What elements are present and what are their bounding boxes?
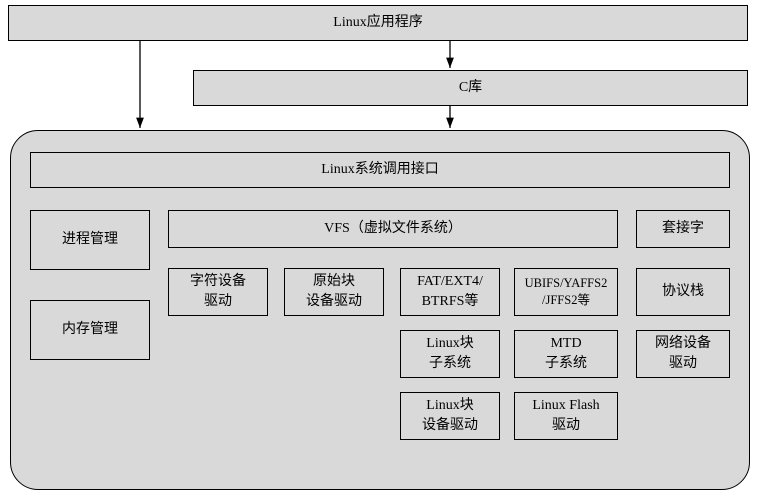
fs2-l2: /JFFS2等 xyxy=(542,292,590,310)
mem-label: 内存管理 xyxy=(62,320,118,340)
flashdrv-l1: Linux Flash xyxy=(532,396,599,416)
protocol-stack-box: 协议栈 xyxy=(636,268,730,316)
rawblk-l1: 原始块 xyxy=(313,272,355,292)
fat-ext4-btrfs-box: FAT/EXT4/ BTRFS等 xyxy=(400,268,500,316)
mtdsub-l1: MTD xyxy=(550,334,581,354)
app-label: Linux应用程序 xyxy=(333,13,422,33)
vfs-label: VFS（虚拟文件系统） xyxy=(324,219,462,239)
chardrv-l1: 字符设备 xyxy=(190,272,246,292)
blkdrv-l2: 设备驱动 xyxy=(422,416,478,436)
netdrv-l1: 网络设备 xyxy=(655,334,711,354)
netdrv-l2: 驱动 xyxy=(669,354,697,374)
vfs-box: VFS（虚拟文件系统） xyxy=(168,210,618,248)
syscall-label: Linux系统调用接口 xyxy=(321,160,438,180)
char-device-driver-box: 字符设备 驱动 xyxy=(168,268,268,316)
fs1-l2: BTRFS等 xyxy=(422,292,479,312)
linux-block-subsystem-box: Linux块 子系统 xyxy=(400,330,500,378)
fs1-l1: FAT/EXT4/ xyxy=(417,272,483,292)
mtdsub-l2: 子系统 xyxy=(545,354,587,374)
flashdrv-l2: 驱动 xyxy=(552,416,580,436)
process-mgmt-box: 进程管理 xyxy=(30,210,150,270)
sock-label: 套接字 xyxy=(662,219,704,239)
syscall-interface-box: Linux系统调用接口 xyxy=(30,152,730,188)
network-device-driver-box: 网络设备 驱动 xyxy=(636,330,730,378)
rawblk-l2: 设备驱动 xyxy=(306,292,362,312)
mtd-subsystem-box: MTD 子系统 xyxy=(514,330,618,378)
fs2-l1: UBIFS/YAFFS2 xyxy=(525,275,608,293)
proto-label: 协议栈 xyxy=(662,282,704,302)
c-library-box: C库 xyxy=(193,70,748,106)
blksub-l2: 子系统 xyxy=(429,354,471,374)
socket-box: 套接字 xyxy=(636,210,730,248)
blkdrv-l1: Linux块 xyxy=(426,396,473,416)
linux-application-box: Linux应用程序 xyxy=(8,5,748,41)
blksub-l1: Linux块 xyxy=(426,334,473,354)
clib-label: C库 xyxy=(459,78,482,98)
chardrv-l2: 驱动 xyxy=(204,292,232,312)
proc-label: 进程管理 xyxy=(62,230,118,250)
linux-flash-driver-box: Linux Flash 驱动 xyxy=(514,392,618,440)
linux-block-driver-box: Linux块 设备驱动 xyxy=(400,392,500,440)
raw-block-driver-box: 原始块 设备驱动 xyxy=(284,268,384,316)
memory-mgmt-box: 内存管理 xyxy=(30,300,150,360)
ubifs-yaffs2-jffs2-box: UBIFS/YAFFS2 /JFFS2等 xyxy=(514,268,618,316)
